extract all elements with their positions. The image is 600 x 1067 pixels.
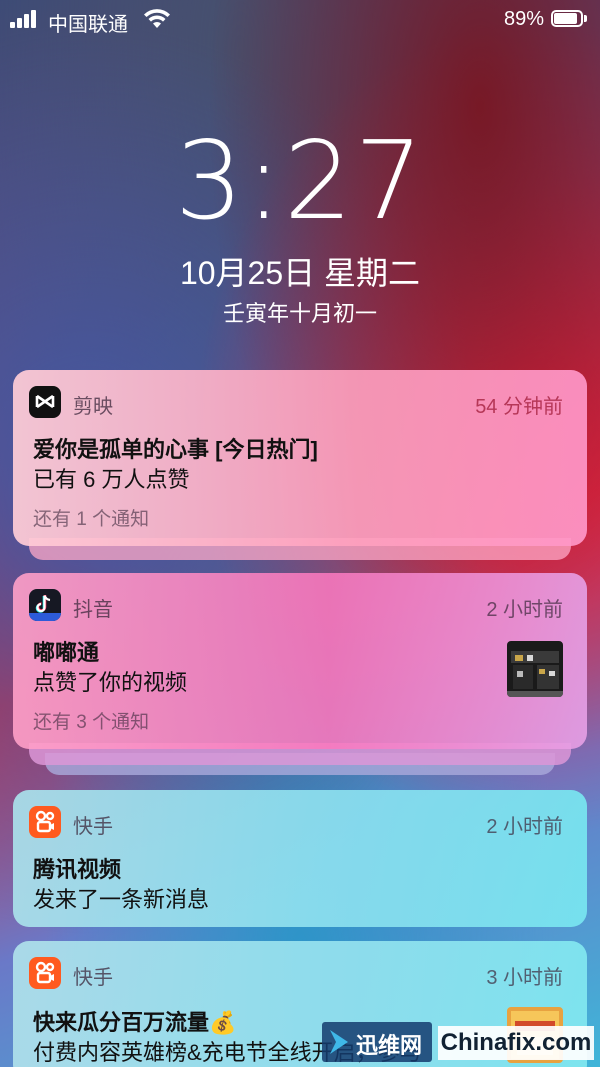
notification-title: 爱你是孤单的心事 [今日热门]	[33, 437, 318, 462]
notification-card[interactable]: 剪映 54 分钟前 爱你是孤单的心事 [今日热门] 已有 6 万人点赞 还有 1…	[13, 370, 587, 546]
battery-icon	[551, 10, 587, 27]
notification-time: 2 小时前	[486, 599, 563, 621]
cellular-signal-icon	[10, 10, 42, 28]
wifi-icon	[144, 9, 170, 28]
notification-app-name: 剪映	[73, 396, 113, 418]
kuaishou-icon	[29, 806, 61, 838]
notification-body: 发来了一条新消息	[33, 887, 210, 912]
notification-time: 3 小时前	[486, 967, 563, 989]
status-bar: 中国联通 89%	[0, 0, 600, 40]
notification-group-kuaishou[interactable]: 快手 2 小时前 腾讯视频 发来了一条新消息	[13, 790, 587, 927]
notification-more-count: 还有 1 个通知	[33, 509, 150, 530]
notification-group-capcut[interactable]: 剪映 54 分钟前 爱你是孤单的心事 [今日热门] 已有 6 万人点赞 还有 1…	[13, 370, 587, 562]
watermark-brand-cn: 迅维网	[356, 1033, 423, 1058]
video-thumbnail[interactable]	[507, 641, 563, 697]
watermark-brand-en: Chinafix.com	[438, 1026, 594, 1060]
notification-title: 快来瓜分百万流量💰	[33, 1010, 237, 1035]
notification-app-name: 快手	[73, 816, 113, 838]
carrier-name: 中国联通	[48, 14, 128, 36]
watermark-badge: 迅维网	[322, 1022, 432, 1062]
notification-card[interactable]: 快手 2 小时前 腾讯视频 发来了一条新消息	[13, 790, 587, 927]
notification-more-count: 还有 3 个通知	[33, 712, 150, 733]
arrow-icon	[330, 1030, 348, 1054]
notification-group-douyin[interactable]: 抖音 2 小时前 嘟嘟通 点赞了你的视频 还有 3 个通知	[13, 573, 587, 777]
notification-body: 点赞了你的视频	[33, 670, 188, 695]
notification-card[interactable]: 抖音 2 小时前 嘟嘟通 点赞了你的视频 还有 3 个通知	[13, 573, 587, 749]
douyin-icon	[29, 589, 61, 621]
notification-app-name: 抖音	[73, 599, 113, 621]
notification-title: 嘟嘟通	[33, 640, 100, 665]
notification-app-name: 快手	[73, 967, 113, 989]
notification-body: 已有 6 万人点赞	[33, 467, 190, 492]
lunar-date: 壬寅年十月初一	[222, 301, 377, 326]
watermark-logo: 迅维网 Chinafix.com	[322, 1022, 594, 1062]
notification-title: 腾讯视频	[33, 857, 122, 882]
battery-percentage: 89%	[503, 8, 544, 30]
notification-time: 2 小时前	[486, 816, 563, 838]
lock-screen-time: 3:27	[174, 119, 426, 244]
notification-time: 54 分钟前	[475, 396, 563, 418]
kuaishou-icon	[29, 957, 61, 989]
lock-screen-date: 10月25日 星期二	[179, 255, 421, 291]
capcut-icon	[29, 386, 61, 418]
